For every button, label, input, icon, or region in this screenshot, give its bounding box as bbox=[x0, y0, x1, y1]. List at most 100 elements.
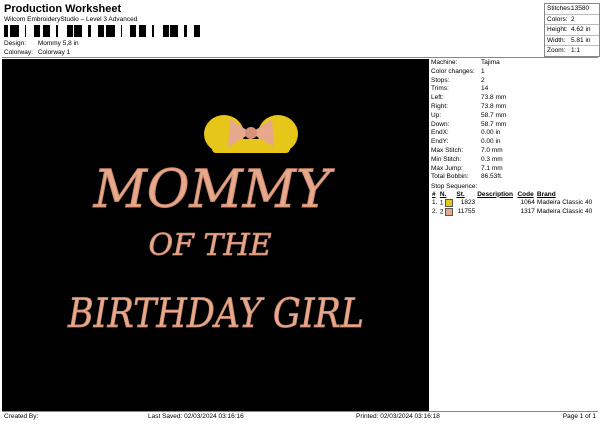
machine-info-value: 7.1 mm bbox=[481, 164, 503, 172]
machine-info-label: Color changes: bbox=[431, 67, 475, 75]
machine-info-label: Min Stitch: bbox=[431, 155, 462, 163]
barcode-bar bbox=[37, 25, 38, 37]
machine-info-value: 7.0 mm bbox=[481, 146, 503, 154]
machine-info-value: 1 bbox=[481, 67, 485, 75]
barcode-bar bbox=[172, 25, 175, 37]
machine-info-list: Machine: Tajima Color changes: 1 Stops: 2 Trim… bbox=[431, 59, 597, 182]
barcode-bar bbox=[196, 25, 199, 37]
machine-info-label: Max Jump: bbox=[431, 164, 463, 172]
machine-info-row: Trims: 14 bbox=[431, 85, 597, 94]
barcode-bar bbox=[38, 25, 40, 37]
barcode-bar bbox=[49, 25, 50, 37]
barcode-bar bbox=[88, 25, 91, 37]
machine-info-row: Max Stitch: 7.0 mm bbox=[431, 147, 597, 156]
machine-info-label: Max Stitch: bbox=[431, 146, 464, 154]
thread-color-swatch bbox=[445, 198, 454, 207]
machine-info-row: Left: 73.8 mm bbox=[431, 94, 597, 103]
ears-headband bbox=[212, 139, 290, 153]
machine-info-row: EndY: 0.00 in bbox=[431, 138, 597, 147]
barcode-bar bbox=[145, 25, 146, 37]
barcode-bar bbox=[56, 25, 58, 37]
barcode-bar bbox=[184, 25, 187, 37]
barcode-bar bbox=[134, 25, 136, 37]
barcode-bar bbox=[79, 25, 80, 37]
machine-info-row: Machine: Tajima bbox=[431, 59, 597, 68]
created-by: Created By: bbox=[4, 413, 39, 420]
worksheet-title: Production Worksheet bbox=[4, 3, 122, 15]
software-subtitle: Wilcom EmbroideryStudio – Level 3 Advanc… bbox=[4, 16, 138, 23]
machine-info-value: 14 bbox=[481, 85, 489, 93]
artwork-line-of-the: OF THE bbox=[148, 228, 271, 263]
barcode-bar bbox=[106, 25, 109, 37]
barcode-bar bbox=[76, 25, 79, 37]
machine-info-label: Up: bbox=[431, 111, 442, 119]
barcode-bar bbox=[16, 25, 19, 37]
barcode-bar bbox=[4, 25, 7, 37]
machine-info-row: Min Stitch: 0.3 mm bbox=[431, 156, 597, 165]
barcode-bar bbox=[166, 25, 169, 37]
artwork-line-birthday-girl: BIRTHDAY GIRL bbox=[67, 291, 364, 337]
machine-info-label: Trims: bbox=[431, 85, 449, 93]
machine-info-row: EndX: 0.00 in bbox=[431, 129, 597, 138]
machine-info-value: 0.3 mm bbox=[481, 155, 503, 163]
barcode-bar bbox=[133, 25, 134, 37]
machine-info-value: 0.00 in bbox=[481, 129, 501, 137]
colorway-row: Colorway: Colorway 1 bbox=[4, 49, 70, 56]
barcode-bar bbox=[43, 25, 44, 37]
barcode-bar bbox=[163, 25, 164, 37]
barcode-bar bbox=[67, 25, 68, 37]
machine-info-label: Left: bbox=[431, 94, 444, 102]
barcode-bar bbox=[98, 25, 100, 37]
machine-info-label: Stops: bbox=[431, 76, 450, 84]
thread-color-swatch bbox=[445, 207, 454, 216]
machine-info-row: Stops: 2 bbox=[431, 77, 597, 86]
barcode-bar bbox=[112, 25, 115, 37]
machine-info-row: Max Jump: 7.1 mm bbox=[431, 165, 597, 174]
embroidery-artwork: MOMMY OF THE BIRTHDAY GIRL bbox=[67, 115, 364, 337]
barcode-bar bbox=[14, 25, 16, 37]
machine-info-value: Tajima bbox=[481, 59, 500, 66]
machine-info-label: Right: bbox=[431, 102, 448, 110]
machine-info-row: Color changes: 1 bbox=[431, 68, 597, 77]
machine-info-panel: Machine: Tajima Color changes: 1 Stops: 2 Trim… bbox=[431, 59, 597, 216]
barcode-bar bbox=[142, 25, 145, 37]
stat-row-zoom: Zoom: 1:1 bbox=[547, 47, 581, 54]
barcode-bar bbox=[176, 25, 178, 37]
machine-info-value: 58.7 mm bbox=[481, 120, 507, 128]
machine-info-value: 73.8 mm bbox=[481, 102, 507, 110]
barcode-bar bbox=[13, 25, 14, 37]
machine-info-value: 0.00 in bbox=[481, 138, 501, 146]
barcode-bar bbox=[170, 25, 172, 37]
machine-info-value: 2 bbox=[481, 76, 485, 84]
design-label: Design: bbox=[4, 40, 27, 47]
machine-info-label: Total Bobbin: bbox=[431, 173, 469, 181]
barcode-bar bbox=[70, 25, 73, 37]
artwork-line-mommy: MOMMY bbox=[93, 160, 335, 220]
barcode-bar bbox=[121, 25, 122, 37]
barcode-bar bbox=[68, 25, 70, 37]
machine-info-value: 73.8 mm bbox=[481, 94, 507, 102]
colorway-value: Colorway 1 bbox=[37, 49, 71, 56]
stat-row-stitches: Stitches: 13580 bbox=[545, 4, 599, 15]
stop-sequence-title: Stop Sequence: bbox=[431, 183, 478, 191]
stats-box: Stitches: 13580 Colors: 2 Height: 4.62 in W… bbox=[544, 3, 600, 57]
machine-info-row: Total Bobbin: 86.53ft. bbox=[431, 173, 597, 182]
barcode-bar bbox=[109, 25, 110, 37]
machine-info-value: 58.7 mm bbox=[481, 111, 507, 119]
machine-info-row: Down: 58.7 mm bbox=[431, 121, 597, 130]
stop-sequence-row: 1. 1 1823 1064 Madeira Classic 40 bbox=[432, 198, 593, 207]
barcode-bar bbox=[194, 25, 196, 37]
machine-info-label: Machine: bbox=[431, 59, 458, 66]
barcode bbox=[4, 25, 200, 37]
page-number: Page 1 of 1 bbox=[562, 413, 596, 420]
stop-sequence-row: 2. 2 11755 1317 Madeira Classic 40 bbox=[432, 207, 593, 216]
machine-info-value: 86.53ft. bbox=[481, 173, 503, 181]
barcode-bar bbox=[199, 25, 200, 37]
barcode-bar bbox=[130, 25, 133, 37]
barcode-bar bbox=[140, 25, 142, 37]
stop-sequence-header-row: # N. St. Description Code Brand bbox=[432, 190, 556, 198]
stat-row-width: Width: 5.81 in bbox=[545, 36, 599, 46]
machine-info-row: Right: 73.8 mm bbox=[431, 103, 597, 112]
colorway-label: Colorway: bbox=[4, 49, 33, 56]
barcode-bar bbox=[152, 25, 154, 37]
